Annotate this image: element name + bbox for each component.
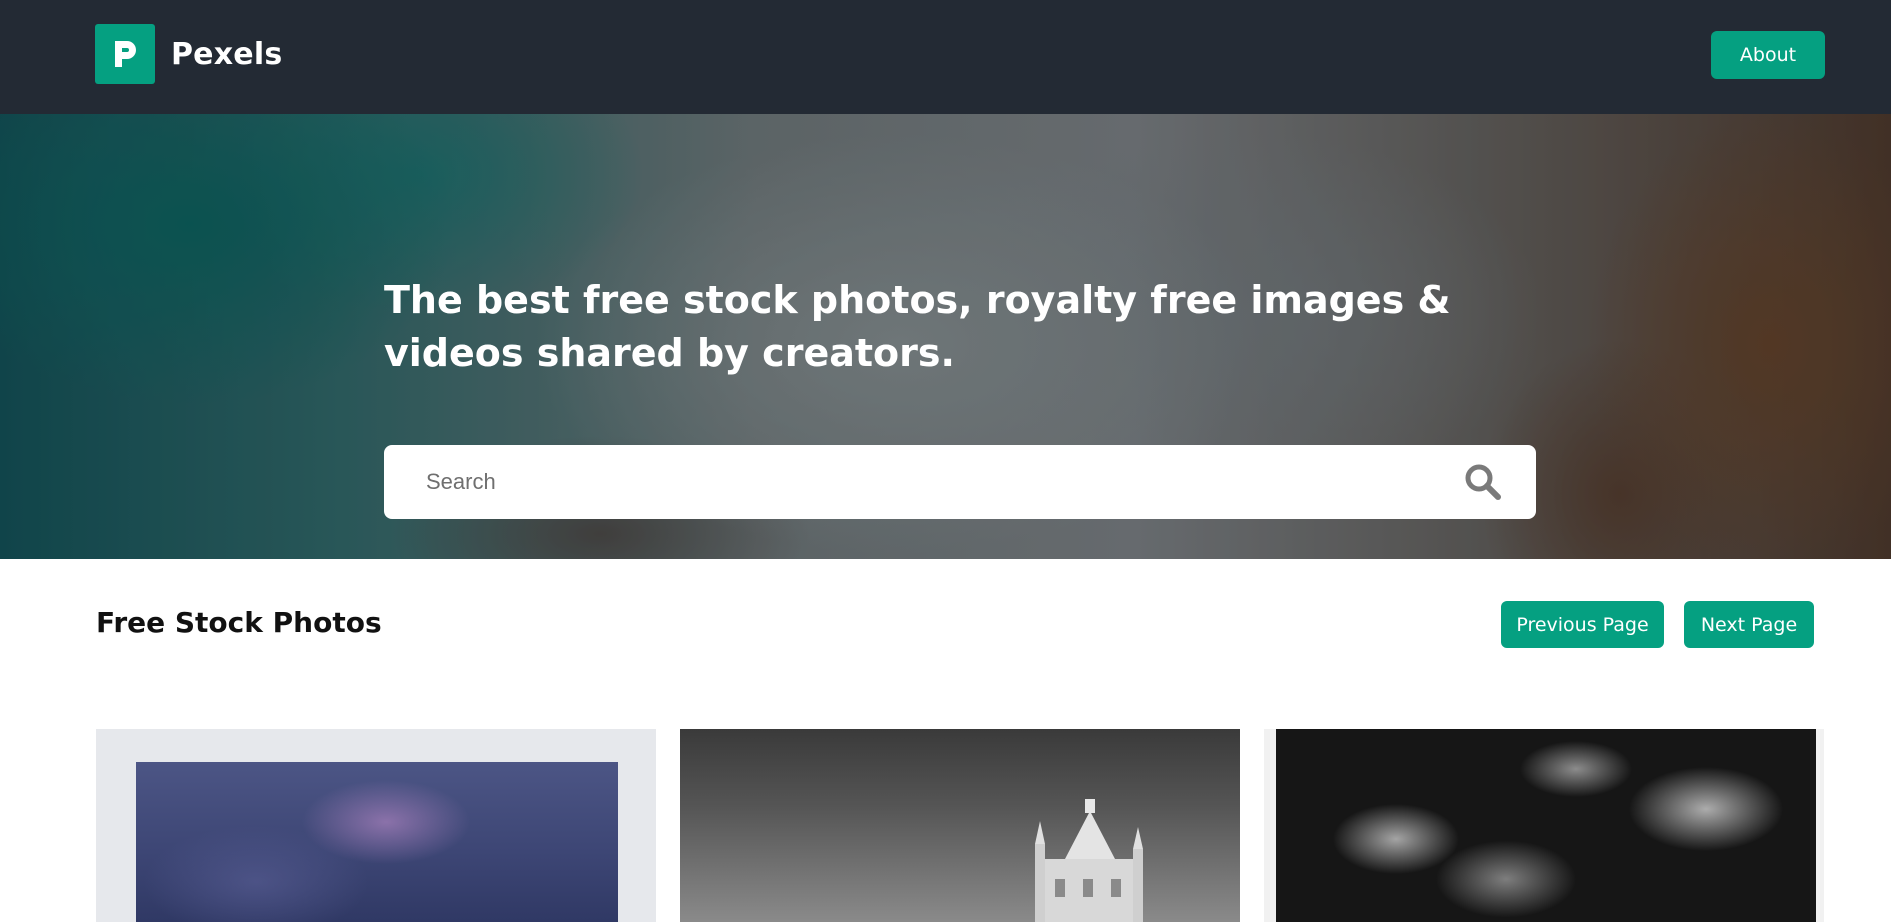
photo-image bbox=[136, 762, 618, 922]
search-bar bbox=[384, 445, 1536, 519]
photo-card[interactable] bbox=[680, 729, 1240, 922]
brand[interactable]: Pexels bbox=[95, 24, 282, 84]
pexels-logo-icon[interactable] bbox=[95, 24, 155, 84]
about-button[interactable]: About bbox=[1711, 31, 1825, 79]
brand-name[interactable]: Pexels bbox=[171, 37, 282, 72]
previous-page-button[interactable]: Previous Page bbox=[1501, 601, 1664, 648]
search-input[interactable] bbox=[426, 445, 1406, 519]
hero-banner: The best free stock photos, royalty free… bbox=[0, 114, 1891, 559]
photo-card[interactable] bbox=[1264, 729, 1824, 922]
photo-card[interactable] bbox=[96, 729, 656, 922]
next-page-button[interactable]: Next Page bbox=[1684, 601, 1814, 648]
hero-title: The best free stock photos, royalty free… bbox=[384, 278, 1451, 375]
search-icon[interactable] bbox=[1462, 461, 1504, 503]
section-title: Free Stock Photos bbox=[96, 606, 382, 639]
photo-image bbox=[1035, 799, 1143, 922]
photo-image bbox=[1276, 729, 1816, 922]
top-navbar: Pexels About bbox=[0, 0, 1891, 114]
